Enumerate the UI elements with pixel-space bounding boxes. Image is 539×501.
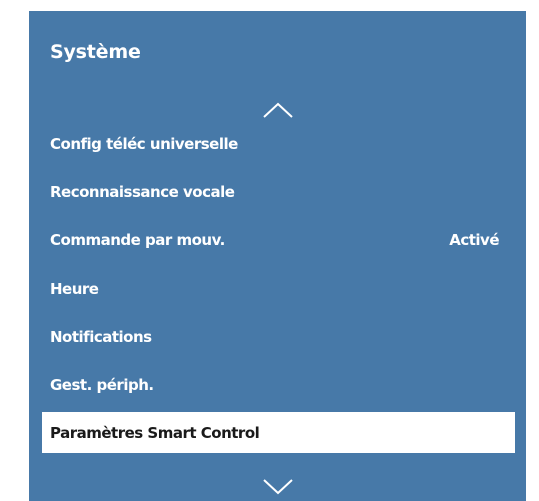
menu-item-label: Config téléc universelle — [50, 134, 238, 153]
menu-item-label: Paramètres Smart Control — [50, 423, 260, 442]
menu-item-label: Gest. périph. — [50, 375, 154, 394]
menu-item-config-telec-universelle[interactable]: Config téléc universelle — [42, 123, 515, 164]
menu-item-commande-par-mouv[interactable]: Commande par mouv. Activé — [42, 219, 515, 260]
chevron-up-icon[interactable] — [263, 102, 293, 118]
menu-item-parametres-smart-control[interactable]: Paramètres Smart Control — [42, 412, 515, 453]
system-settings-panel: Système Config téléc universelle Reconna… — [29, 11, 526, 501]
menu-item-label: Notifications — [50, 327, 152, 346]
menu-item-label: Commande par mouv. — [50, 230, 225, 249]
menu-item-reconnaissance-vocale[interactable]: Reconnaissance vocale — [42, 171, 515, 212]
menu-item-value: Activé — [449, 230, 499, 249]
chevron-down-icon[interactable] — [263, 479, 293, 495]
menu-item-heure[interactable]: Heure — [42, 268, 515, 309]
panel-title: Système — [50, 41, 141, 63]
menu-item-gest-periph[interactable]: Gest. périph. — [42, 364, 515, 405]
menu-item-label: Reconnaissance vocale — [50, 182, 235, 201]
menu-item-notifications[interactable]: Notifications — [42, 316, 515, 357]
menu-item-label: Heure — [50, 279, 99, 298]
